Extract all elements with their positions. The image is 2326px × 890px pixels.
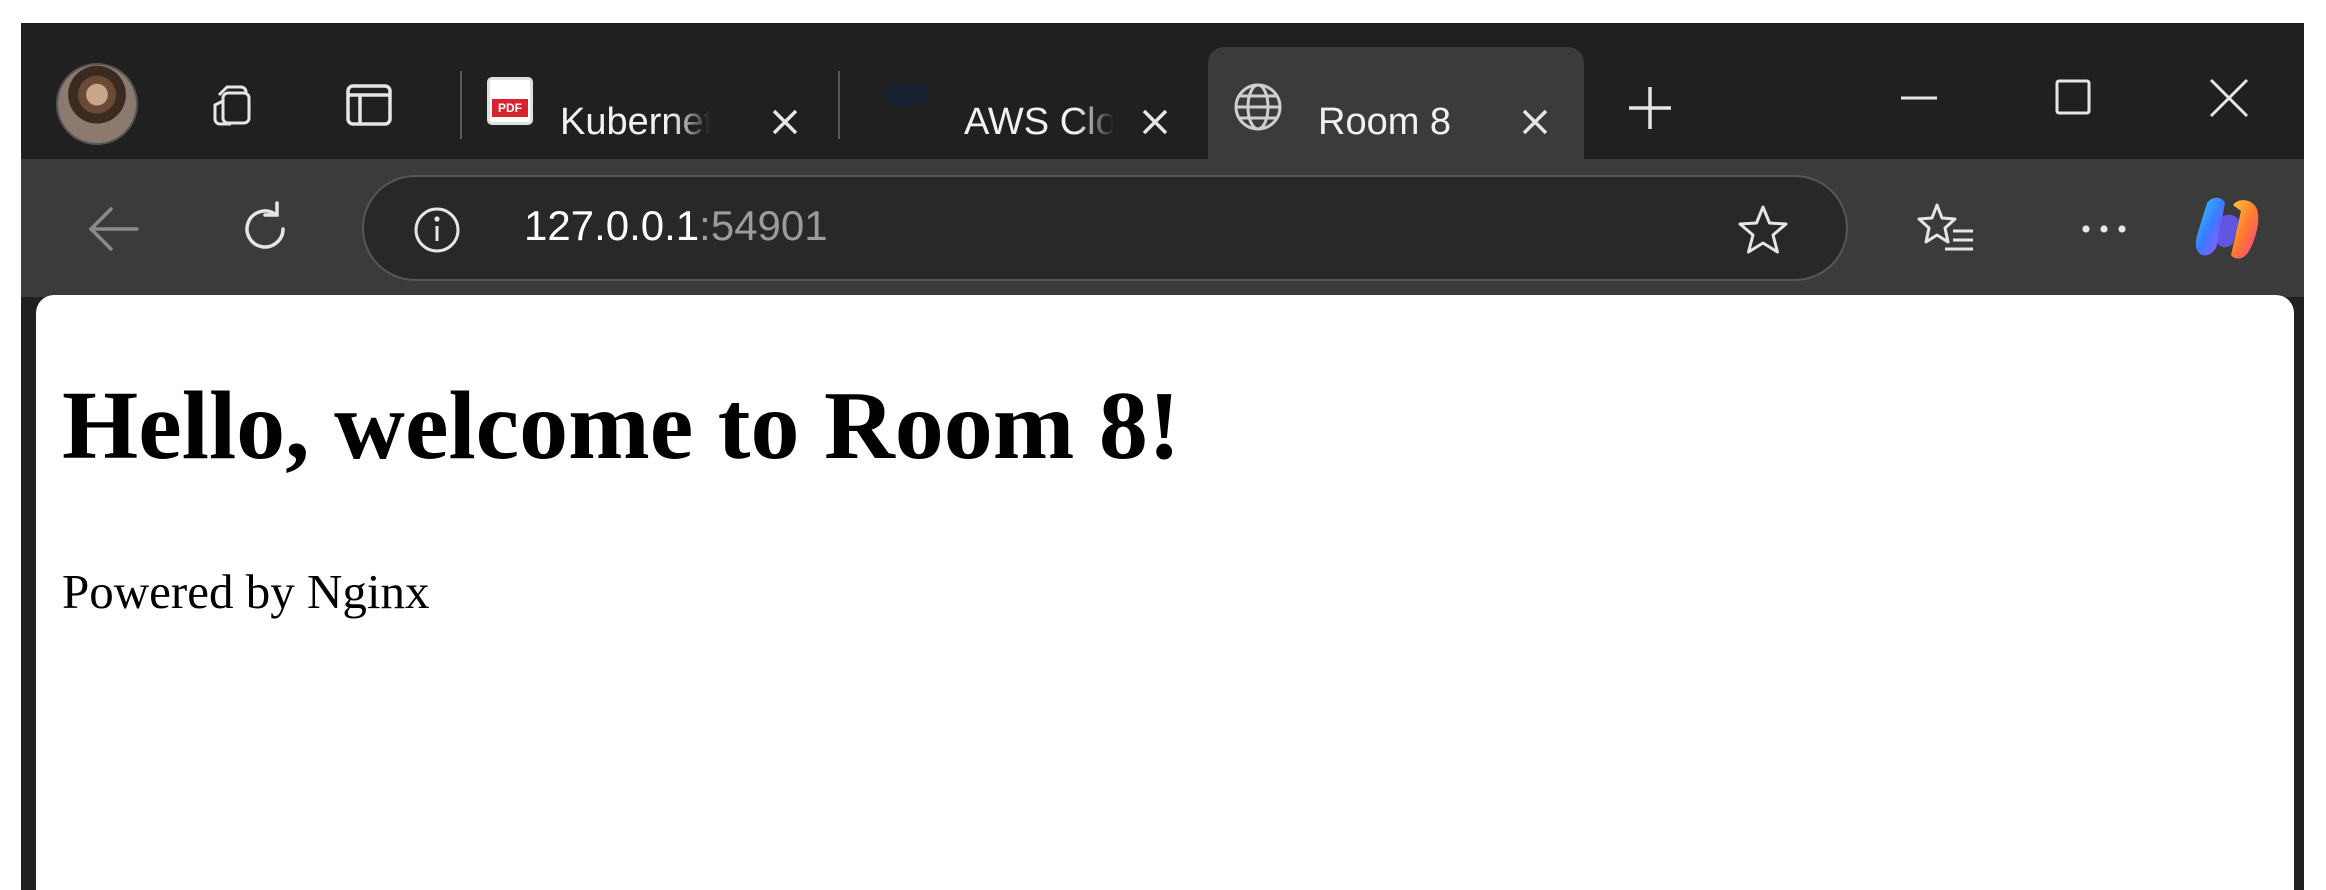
close-icon[interactable] xyxy=(768,105,802,139)
tab-room-8[interactable]: Room 8 xyxy=(1208,47,1584,159)
tab-divider xyxy=(460,71,462,139)
workspaces-icon[interactable] xyxy=(201,75,261,135)
refresh-icon[interactable] xyxy=(233,197,297,261)
globe-icon xyxy=(1234,83,1282,131)
browser-toolbar: 127.0.0.1:54901 xyxy=(21,159,2304,297)
profile-avatar[interactable] xyxy=(56,63,138,145)
favorites-icon[interactable] xyxy=(1915,199,1979,259)
close-icon[interactable] xyxy=(1518,105,1552,139)
close-window-icon[interactable] xyxy=(2189,63,2269,133)
pdf-icon: PDF xyxy=(487,77,533,125)
tab-strip: PDF Kubernetes AWS Cloud xyxy=(21,23,2304,161)
tab-actions-icon[interactable] xyxy=(341,77,397,133)
url-text[interactable]: 127.0.0.1:54901 xyxy=(524,205,828,247)
browser-window: PDF Kubernetes AWS Cloud xyxy=(21,23,2304,890)
page-heading: Hello, welcome to Room 8! xyxy=(62,372,1181,480)
copilot-icon[interactable] xyxy=(2189,189,2269,269)
address-bar[interactable]: 127.0.0.1:54901 xyxy=(362,175,1848,281)
aws-icon xyxy=(887,84,927,106)
favorite-star-icon[interactable] xyxy=(1733,201,1793,261)
url-host: 127.0.0.1 xyxy=(524,202,700,249)
tab-kubernetes[interactable]: PDF Kubernetes xyxy=(468,47,838,159)
page-viewport: Hello, welcome to Room 8! Powered by Ngi… xyxy=(36,295,2294,890)
tab-aws-cloud[interactable]: AWS Cloud xyxy=(840,47,1210,159)
minimize-icon[interactable] xyxy=(1879,63,1959,133)
maximize-icon[interactable] xyxy=(2034,63,2114,133)
url-port: :54901 xyxy=(699,202,828,249)
more-options-icon[interactable] xyxy=(2074,211,2134,247)
powered-by-text: Powered by Nginx xyxy=(62,564,430,619)
tab-label: Room 8 xyxy=(1318,103,1452,141)
tab-label: AWS Cloud xyxy=(964,103,1114,141)
tab-label: Kubernetes xyxy=(560,103,710,141)
new-tab-icon[interactable] xyxy=(1623,81,1677,135)
back-icon[interactable] xyxy=(81,197,145,261)
close-icon[interactable] xyxy=(1138,105,1172,139)
info-icon[interactable] xyxy=(412,205,462,255)
